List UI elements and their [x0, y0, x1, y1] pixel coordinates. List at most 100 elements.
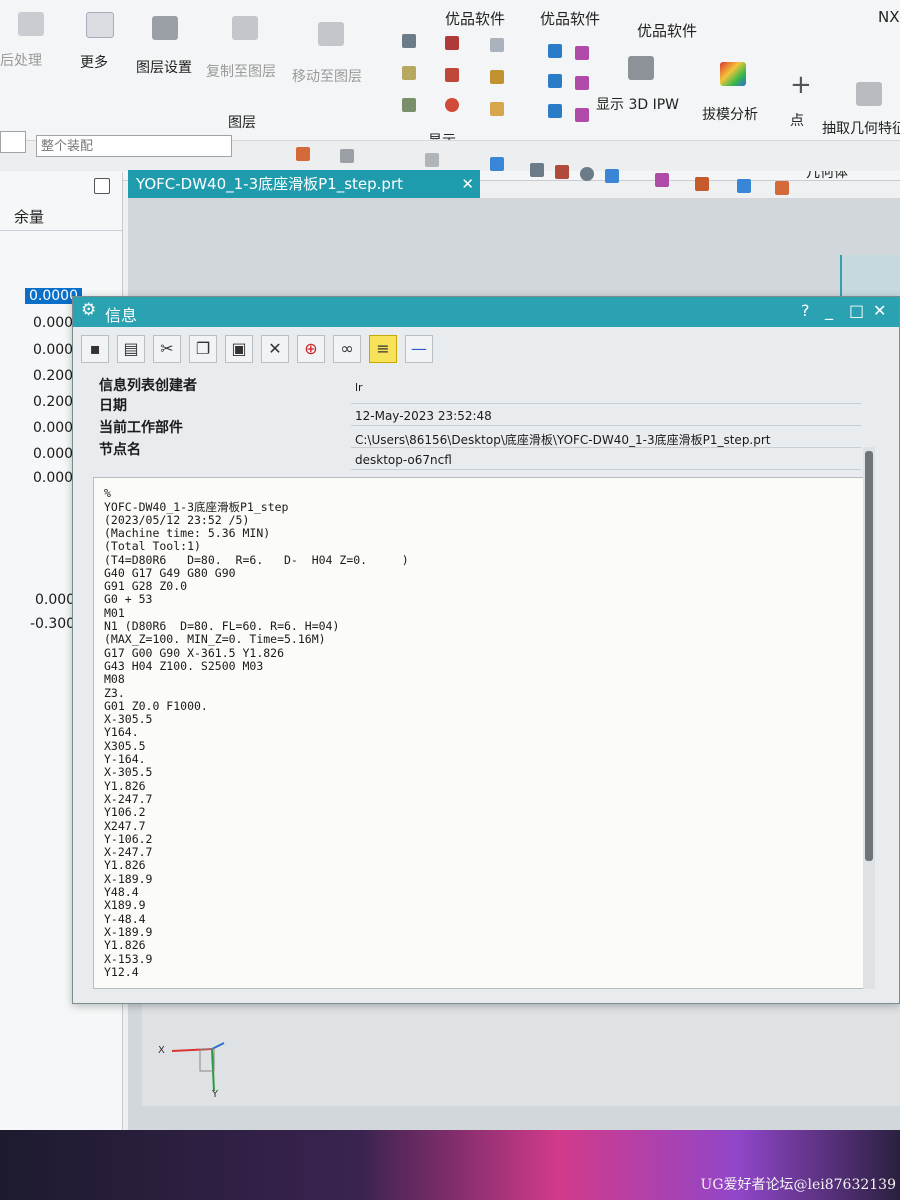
info-header: 信息列表创建者 lr 日期 12-May-2023 23:52:48 当前工作部… — [93, 373, 863, 493]
nc-code-text-area[interactable]: % YOFC-DW40_1-3底座滑板P1_step (2023/05/12 23:… — [93, 477, 865, 989]
code-line: Y48.4 — [104, 885, 139, 899]
more-icon — [86, 12, 114, 38]
paste-icon[interactable]: ▣ — [225, 335, 253, 363]
display-tool-9-icon[interactable] — [490, 102, 504, 116]
allowance-column-header[interactable]: 余量 — [0, 200, 122, 231]
meta-label-creator: 信息列表创建者 — [99, 378, 197, 394]
tab-youpin-3[interactable]: 优品软件 — [637, 20, 697, 41]
show-3d-ipw-button[interactable]: 显示 3D IPW — [596, 94, 679, 114]
workpiece-tool-3-icon[interactable] — [548, 74, 562, 88]
find-icon[interactable]: ⊕ — [297, 335, 325, 363]
view-tool-2-icon[interactable] — [555, 165, 569, 179]
minimize-button[interactable]: _ — [825, 301, 833, 320]
layer-settings-button[interactable]: 图层设置 — [136, 57, 192, 77]
snap-tool-3-icon[interactable] — [425, 153, 439, 167]
cut-icon[interactable]: ✂ — [153, 335, 181, 363]
binoculars-icon[interactable]: ∞ — [333, 335, 361, 363]
meta-value-creator: lr — [355, 381, 363, 394]
display-tool-1-icon[interactable] — [402, 34, 416, 48]
meta-divider — [351, 447, 861, 448]
code-line: X189.9 — [104, 898, 146, 913]
display-tool-7-icon[interactable] — [402, 98, 416, 112]
selection-toolbar: 整个装配 — [0, 131, 900, 195]
extract-geometry-icon — [856, 82, 882, 106]
dialog-title-bar[interactable]: ⚙ 信息 ? _ □ ✕ — [73, 297, 899, 327]
code-line: Y-48.4 — [104, 911, 146, 926]
meta-divider — [351, 403, 861, 404]
show-3d-ipw-icon — [628, 56, 654, 80]
collapse-icon[interactable]: — — [405, 335, 433, 363]
filter-combo[interactable] — [0, 131, 26, 153]
save-icon[interactable]: ▪ — [81, 335, 109, 363]
postprocess-button[interactable]: 后处理 — [0, 50, 42, 70]
code-line: G91 G28 Z0.0 — [104, 579, 188, 594]
snap-tool-2-icon[interactable] — [340, 149, 354, 163]
axis-y-label: Y — [212, 1089, 219, 1100]
extract-geometry-button[interactable]: 抽取几何特征 — [822, 118, 900, 138]
close-tab-icon[interactable]: ✕ — [461, 170, 474, 198]
view-tool-6-icon[interactable] — [695, 177, 709, 191]
code-line: Y-106.2 — [104, 831, 153, 846]
workpiece-tool-5-icon[interactable] — [548, 104, 562, 118]
desktop-taskbar: UG爱好者论坛@lei87632139 — [0, 1130, 900, 1200]
view-tool-8-icon[interactable] — [775, 181, 789, 195]
scrollbar-thumb[interactable] — [865, 451, 873, 861]
copy-icon[interactable]: ❐ — [189, 335, 217, 363]
assembly-scope-combo[interactable]: 整个装配 — [36, 135, 232, 157]
code-line: X305.5 — [104, 738, 146, 753]
code-line: Y1.826 — [104, 938, 146, 953]
print-icon[interactable]: ▤ — [117, 335, 145, 363]
draft-analysis-icon — [720, 62, 746, 86]
view-tool-7-icon[interactable] — [737, 179, 751, 193]
close-button[interactable]: ✕ — [873, 301, 886, 320]
display-tool-3-icon[interactable] — [490, 38, 504, 52]
document-tab[interactable]: YOFC-DW40_1-3底座滑板P1_step.prt ✕ — [128, 170, 480, 198]
display-tool-4-icon[interactable] — [402, 66, 416, 80]
more-button[interactable]: 更多 — [80, 52, 108, 72]
code-line: Y1.826 — [104, 778, 146, 793]
view-tool-4-icon[interactable] — [605, 169, 619, 183]
code-line: Y106.2 — [104, 805, 146, 820]
meta-value-work-part: C:\Users\86156\Desktop\底座滑板\YOFC-DW40_1-… — [355, 433, 771, 447]
view-tool-3-icon[interactable] — [580, 167, 594, 181]
tab-youpin-1[interactable]: 优品软件 — [445, 8, 505, 29]
tab-nx[interactable]: NX — [878, 8, 900, 26]
display-tool-5-icon[interactable] — [445, 68, 459, 82]
help-button[interactable]: ? — [801, 301, 810, 320]
code-line: X-189.9 — [104, 924, 153, 939]
display-tool-8-icon[interactable] — [445, 98, 459, 112]
code-line: Y1.826 — [104, 858, 146, 873]
point-button[interactable]: 点 — [790, 110, 804, 130]
code-line: Y164. — [104, 725, 139, 740]
display-tool-2-icon[interactable] — [445, 36, 459, 50]
vertical-scrollbar[interactable] — [863, 447, 875, 989]
snap-tool-icon[interactable] — [296, 147, 310, 161]
code-line: X-153.9 — [104, 951, 153, 966]
copy-to-layer-button[interactable]: 复制至图层 — [206, 61, 276, 81]
meta-label-work-part: 当前工作部件 — [99, 420, 183, 436]
dialog-toolbar: ▪ ▤ ✂ ❐ ▣ ✕ ⊕ ∞ ≡ — — [81, 333, 451, 369]
workpiece-tool-6-icon[interactable] — [575, 108, 589, 122]
code-line: N1 (D80R6 D=80. FL=60. R=6. H=04) — [104, 619, 340, 633]
view-triad-icon — [171, 1042, 225, 1092]
draft-analysis-button[interactable]: 拔模分析 — [702, 104, 758, 124]
view-tool-5-icon[interactable] — [655, 173, 669, 187]
maximize-button[interactable]: □ — [849, 301, 864, 320]
postprocess-icon — [18, 12, 44, 36]
workpiece-tool-2-icon[interactable] — [575, 46, 589, 60]
delete-icon[interactable]: ✕ — [261, 335, 289, 363]
display-tool-6-icon[interactable] — [490, 70, 504, 84]
workpiece-tool-4-icon[interactable] — [575, 76, 589, 90]
cube-icon[interactable] — [490, 157, 504, 171]
move-to-layer-button[interactable]: 移动至图层 — [292, 66, 362, 86]
workpiece-tool-1-icon[interactable] — [548, 44, 562, 58]
code-line: (2023/05/12 23:52 /5) — [104, 512, 250, 527]
copy-to-layer-icon — [232, 16, 258, 40]
view-tool-1-icon[interactable] — [530, 163, 544, 177]
word-wrap-icon[interactable]: ≡ — [369, 335, 397, 363]
panel-checkbox[interactable] — [94, 178, 110, 194]
code-line: X-305.5 — [104, 765, 153, 780]
code-line: Y12.4 — [104, 964, 139, 979]
tab-youpin-2[interactable]: 优品软件 — [540, 8, 600, 29]
code-line: X-247.7 — [104, 845, 153, 860]
